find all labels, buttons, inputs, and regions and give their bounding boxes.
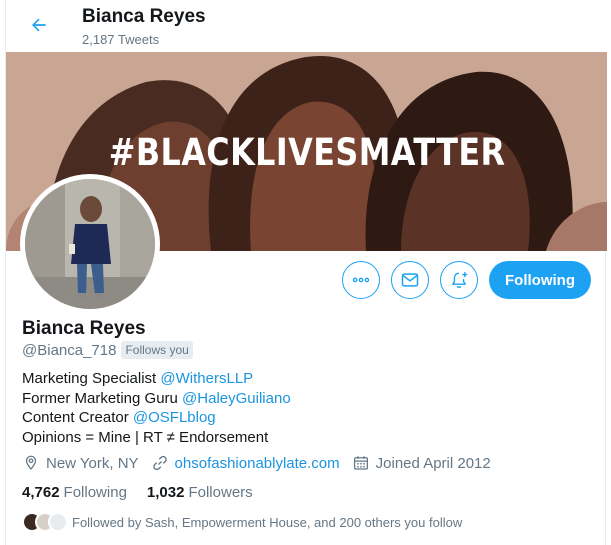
bio-line: Opinions = Mine | RT ≠ Endorsement [22,428,269,446]
follows-you-badge: Follows you [121,341,193,359]
following-label: Following [63,484,127,501]
website-link[interactable]: ohsofashionablylate.com [175,455,340,472]
followed-by-row[interactable]: Followed by Sash, Empowerment House, and… [22,512,462,532]
profile-bio: Marketing Specialist @WithersLLP Former … [22,369,291,447]
more-icon [352,277,370,283]
bell-plus-icon [452,272,468,288]
location-icon [25,455,37,470]
mutual-avatar [48,512,68,532]
mention-link[interactable]: @HaleyGuiliano [182,390,291,407]
back-button[interactable] [23,9,55,41]
mention-link[interactable]: @OSFLblog [133,409,216,426]
profile-column: Bianca Reyes 2,187 Tweets #BLACKLIVESMAT… [5,0,607,545]
message-button[interactable] [391,261,429,299]
profile-header-bar: Bianca Reyes 2,187 Tweets [6,0,607,52]
bio-text: Former Marketing Guru [22,389,183,407]
followers-stat[interactable]: 1,032 Followers [147,484,253,501]
header-title: Bianca Reyes [82,6,206,27]
handle-row: @Bianca_718 Follows you [22,341,193,359]
followers-label: Followers [188,484,253,501]
banner-text: #BLACKLIVESMATTER [108,131,506,174]
mention-link[interactable]: @WithersLLP [160,370,253,387]
bio-text: Content Creator [22,409,133,426]
mail-icon [401,273,419,287]
profile-name: Bianca Reyes [22,318,146,339]
profile-meta: New York, NY ohsofashionablylate.com Joi… [22,454,503,472]
followed-by-text: Followed by Sash, Empowerment House, and… [72,514,463,530]
follow-stats: 4,762 Following 1,032 Followers [22,484,273,501]
back-arrow-icon [32,18,46,32]
bio-line: Marketing Specialist @WithersLLP [22,369,291,389]
following-stat[interactable]: 4,762 Following [22,484,127,501]
location-text: New York, NY [46,454,139,472]
followers-count: 1,032 [146,484,185,501]
website: ohsofashionablylate.com [151,454,340,472]
location: New York, NY [22,454,139,472]
bio-line: Former Marketing Guru @HaleyGuiliano [22,389,291,409]
tweet-count: 2,187 Tweets [82,32,160,47]
avatar-photo [25,179,155,309]
profile-handle: @Bianca_718 [22,341,117,359]
following-count: 4,762 [22,484,60,501]
avatar[interactable] [20,174,160,314]
link-icon [152,455,167,471]
bio-line: Content Creator @OSFLblog [22,408,291,428]
mutual-avatars [22,512,68,532]
calendar-icon [353,456,368,470]
following-button[interactable]: Following [489,261,591,299]
join-date: Joined April 2012 [352,454,491,472]
more-button[interactable] [342,261,380,299]
joined-text: Joined April 2012 [375,454,491,472]
bio-text: Marketing Specialist [22,370,161,387]
notify-button[interactable] [440,261,478,299]
